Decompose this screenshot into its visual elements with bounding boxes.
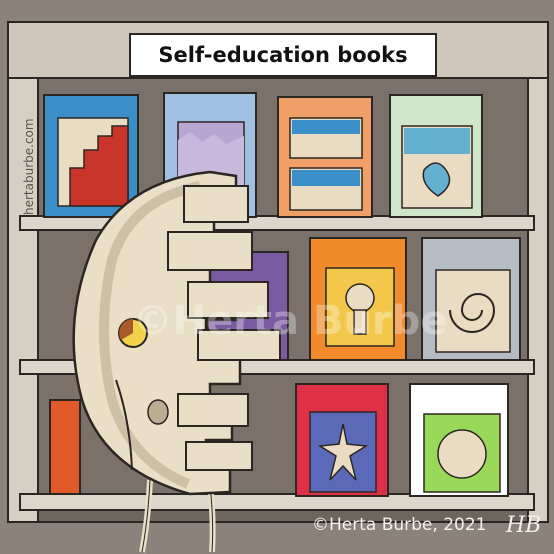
shelf-sign: Self-education books [129, 33, 437, 77]
side-credit: hertaburbe.com [22, 118, 36, 215]
book-bottom-1 [295, 383, 389, 497]
sign-title: Self-education books [158, 43, 407, 67]
book-bottom-2 [409, 383, 509, 497]
book-top-1 [43, 94, 139, 218]
right-upright [527, 21, 549, 523]
cartoon-canvas: Self-education books hertaburbe.com ©Her… [0, 0, 554, 554]
copyright: ©Herta Burbe, 2021 [312, 515, 486, 535]
book-top-3 [277, 96, 373, 218]
cartoon-illustration: Self-education books hertaburbe.com ©Her… [0, 0, 554, 554]
watermark: ©Herta Burbe [133, 298, 448, 344]
book-top-4 [389, 94, 483, 218]
signature: HB [505, 513, 541, 538]
shelf-1 [19, 215, 535, 231]
left-upright [7, 21, 39, 523]
book-bottom-left [49, 399, 81, 495]
